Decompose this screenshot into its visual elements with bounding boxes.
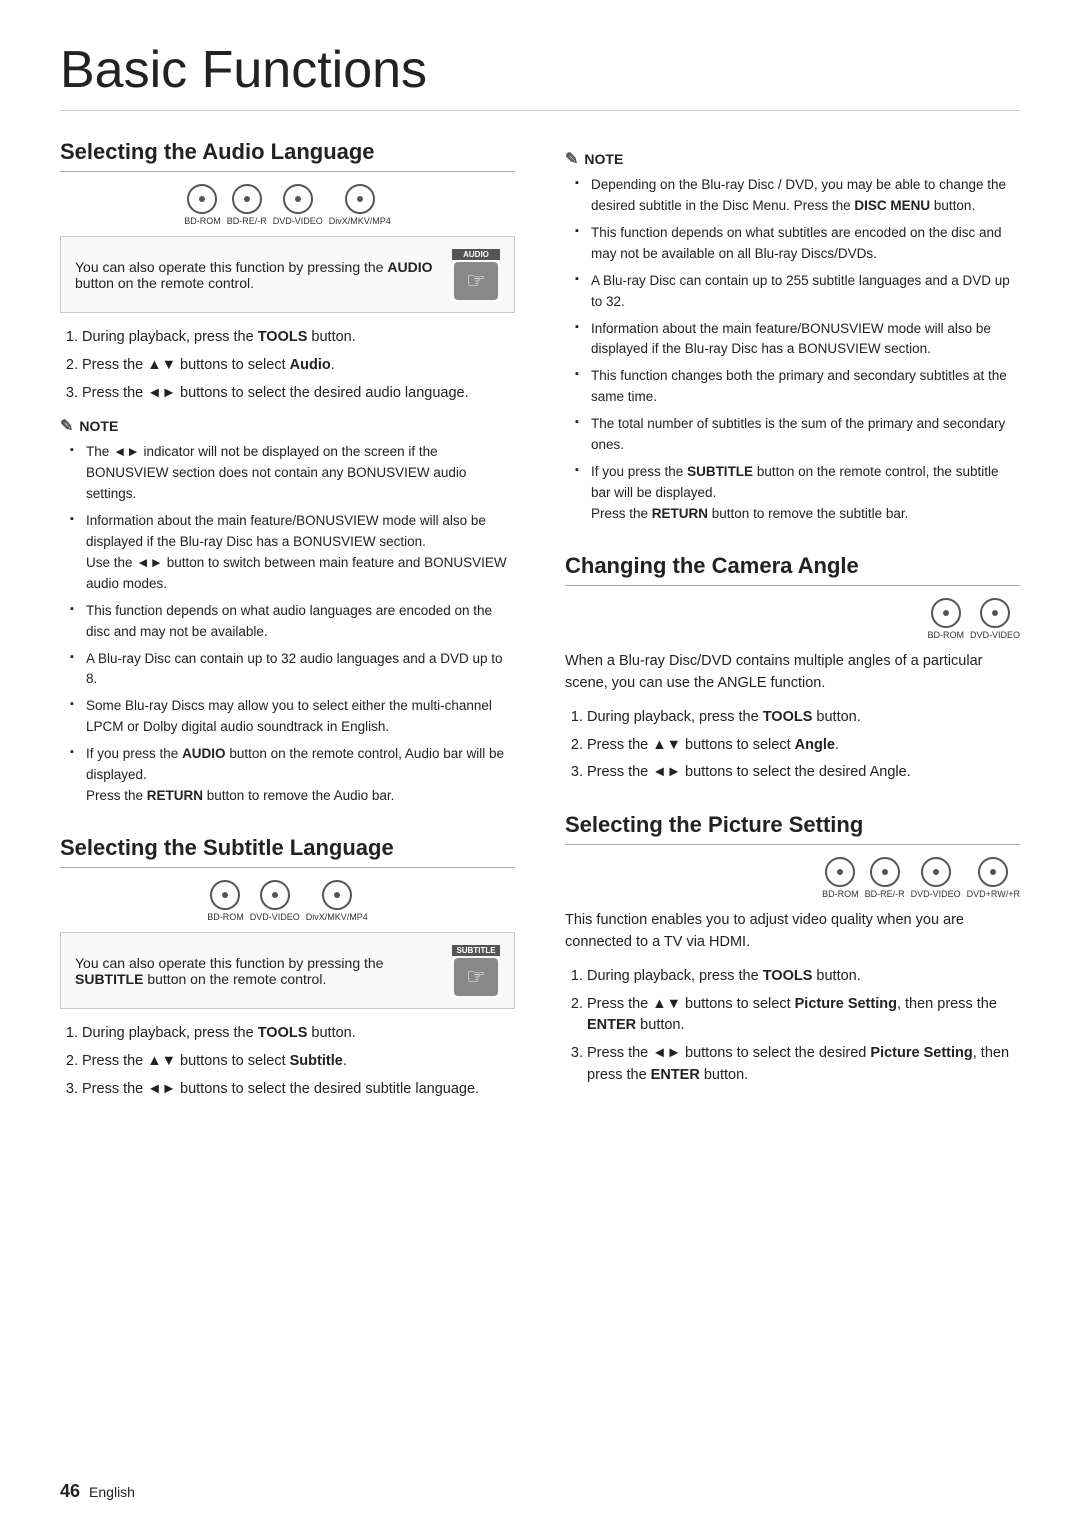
picture-steps: During playback, press the TOOLS button.… [587,966,1020,1087]
subtitle-note-item-1: Depending on the Blu-ray Disc / DVD, you… [575,175,1020,217]
subtitle-info-text: You can also operate this function by pr… [75,955,438,987]
subtitle-note-item-5: This function changes both the primary a… [575,366,1020,408]
picture-disc-icon-bdrer: BD-RE/-R [865,857,905,899]
section-subtitle-language-title: Selecting the Subtitle Language [60,835,515,868]
section-picture-setting: Selecting the Picture Setting BD-ROM BD-… [565,812,1020,1087]
audio-step-2: Press the ▲▼ buttons to select Audio. [82,355,515,377]
subtitle-note-label: NOTE [584,151,623,167]
audio-note: ✎ NOTE The ◄► indicator will not be disp… [60,416,515,807]
picture-disc-icons: BD-ROM BD-RE/-R DVD-VIDEO DVD+RW/+R [565,857,1020,899]
picture-disc-icon-dvdplusrw: DVD+RW/+R [967,857,1020,899]
section-camera-angle: Changing the Camera Angle BD-ROM DVD-VID… [565,553,1020,784]
audio-note-item-4: A Blu-ray Disc can contain up to 32 audi… [70,649,515,691]
camera-step-1: During playback, press the TOOLS button. [587,707,1020,729]
audio-note-list: The ◄► indicator will not be displayed o… [70,442,515,807]
picture-step-3: Press the ◄► buttons to select the desir… [587,1043,1020,1087]
camera-disc-icon-dvdvideo: DVD-VIDEO [970,598,1020,640]
page-number-value: 46 [60,1481,80,1501]
picture-step-2: Press the ▲▼ buttons to select Picture S… [587,994,1020,1038]
section-camera-angle-title: Changing the Camera Angle [565,553,1020,586]
camera-step-3: Press the ◄► buttons to select the desir… [587,762,1020,784]
disc-icon-divx: DivX/MKV/MP4 [329,184,391,226]
subtitle-step-3: Press the ◄► buttons to select the desir… [82,1079,515,1101]
section-audio-language: Selecting the Audio Language BD-ROM BD-R… [60,139,515,807]
subtitle-note-list: Depending on the Blu-ray Disc / DVD, you… [575,175,1020,525]
subtitle-disc-icon-bdrom: BD-ROM [207,880,244,922]
subtitle-step-2: Press the ▲▼ buttons to select Subtitle. [82,1051,515,1073]
subtitle-disc-icon-divx: DivX/MKV/MP4 [306,880,368,922]
section-picture-setting-title: Selecting the Picture Setting [565,812,1020,845]
audio-note-header: ✎ NOTE [60,416,515,436]
subtitle-disc-icons: BD-ROM DVD-VIDEO DivX/MKV/MP4 [60,880,515,922]
subtitle-info-box: You can also operate this function by pr… [60,932,515,1009]
subtitle-note-item-3: A Blu-ray Disc can contain up to 255 sub… [575,271,1020,313]
page-lang: English [89,1484,135,1500]
picture-step-1: During playback, press the TOOLS button. [587,966,1020,988]
audio-steps: During playback, press the TOOLS button.… [82,327,515,404]
camera-disc-icons: BD-ROM DVD-VIDEO [565,598,1020,640]
audio-step-1: During playback, press the TOOLS button. [82,327,515,349]
camera-step-2: Press the ▲▼ buttons to select Angle. [587,735,1020,757]
page-number: 46 English [60,1481,135,1502]
picture-disc-icon-bdrom: BD-ROM [822,857,859,899]
disc-icon-bdrer: BD-RE/-R [227,184,267,226]
camera-steps: During playback, press the TOOLS button.… [587,707,1020,784]
subtitle-step-1: During playback, press the TOOLS button. [82,1023,515,1045]
audio-note-item-2: Information about the main feature/BONUS… [70,511,515,595]
camera-intro: When a Blu-ray Disc/DVD contains multipl… [565,650,1020,695]
audio-note-item-3: This function depends on what audio lang… [70,601,515,643]
note-icon: ✎ [60,416,73,436]
subtitle-note-item-2: This function depends on what subtitles … [575,223,1020,265]
subtitle-steps: During playback, press the TOOLS button.… [82,1023,515,1100]
picture-intro: This function enables you to adjust vide… [565,909,1020,954]
audio-remote-button: AUDIO ☞ [452,249,500,300]
subtitle-note-item-4: Information about the main feature/BONUS… [575,319,1020,361]
audio-note-label: NOTE [79,418,118,434]
subtitle-disc-icon-dvdvideo: DVD-VIDEO [250,880,300,922]
audio-note-item-1: The ◄► indicator will not be displayed o… [70,442,515,505]
audio-info-box: You can also operate this function by pr… [60,236,515,313]
section-audio-language-title: Selecting the Audio Language [60,139,515,172]
subtitle-note-icon: ✎ [565,149,578,169]
audio-disc-icons: BD-ROM BD-RE/-R DVD-VIDEO DivX/MKV/MP4 [60,184,515,226]
subtitle-note: ✎ NOTE Depending on the Blu-ray Disc / D… [565,149,1020,525]
page-title: Basic Functions [60,40,1020,111]
section-subtitle-language: Selecting the Subtitle Language BD-ROM D… [60,835,515,1100]
disc-icon-dvdvideo: DVD-VIDEO [273,184,323,226]
picture-disc-icon-dvdvideo: DVD-VIDEO [911,857,961,899]
subtitle-note-item-7: If you press the SUBTITLE button on the … [575,462,1020,525]
section-subtitle-note: ✎ NOTE Depending on the Blu-ray Disc / D… [565,149,1020,525]
subtitle-remote-button: SUBTITLE ☞ [452,945,500,996]
disc-icon-bdrom: BD-ROM [184,184,221,226]
audio-note-item-6: If you press the AUDIO button on the rem… [70,744,515,807]
audio-step-3: Press the ◄► buttons to select the desir… [82,383,515,405]
subtitle-note-item-6: The total number of subtitles is the sum… [575,414,1020,456]
subtitle-note-header: ✎ NOTE [565,149,1020,169]
camera-disc-icon-bdrom: BD-ROM [927,598,964,640]
audio-info-text: You can also operate this function by pr… [75,259,438,291]
audio-note-item-5: Some Blu-ray Discs may allow you to sele… [70,696,515,738]
